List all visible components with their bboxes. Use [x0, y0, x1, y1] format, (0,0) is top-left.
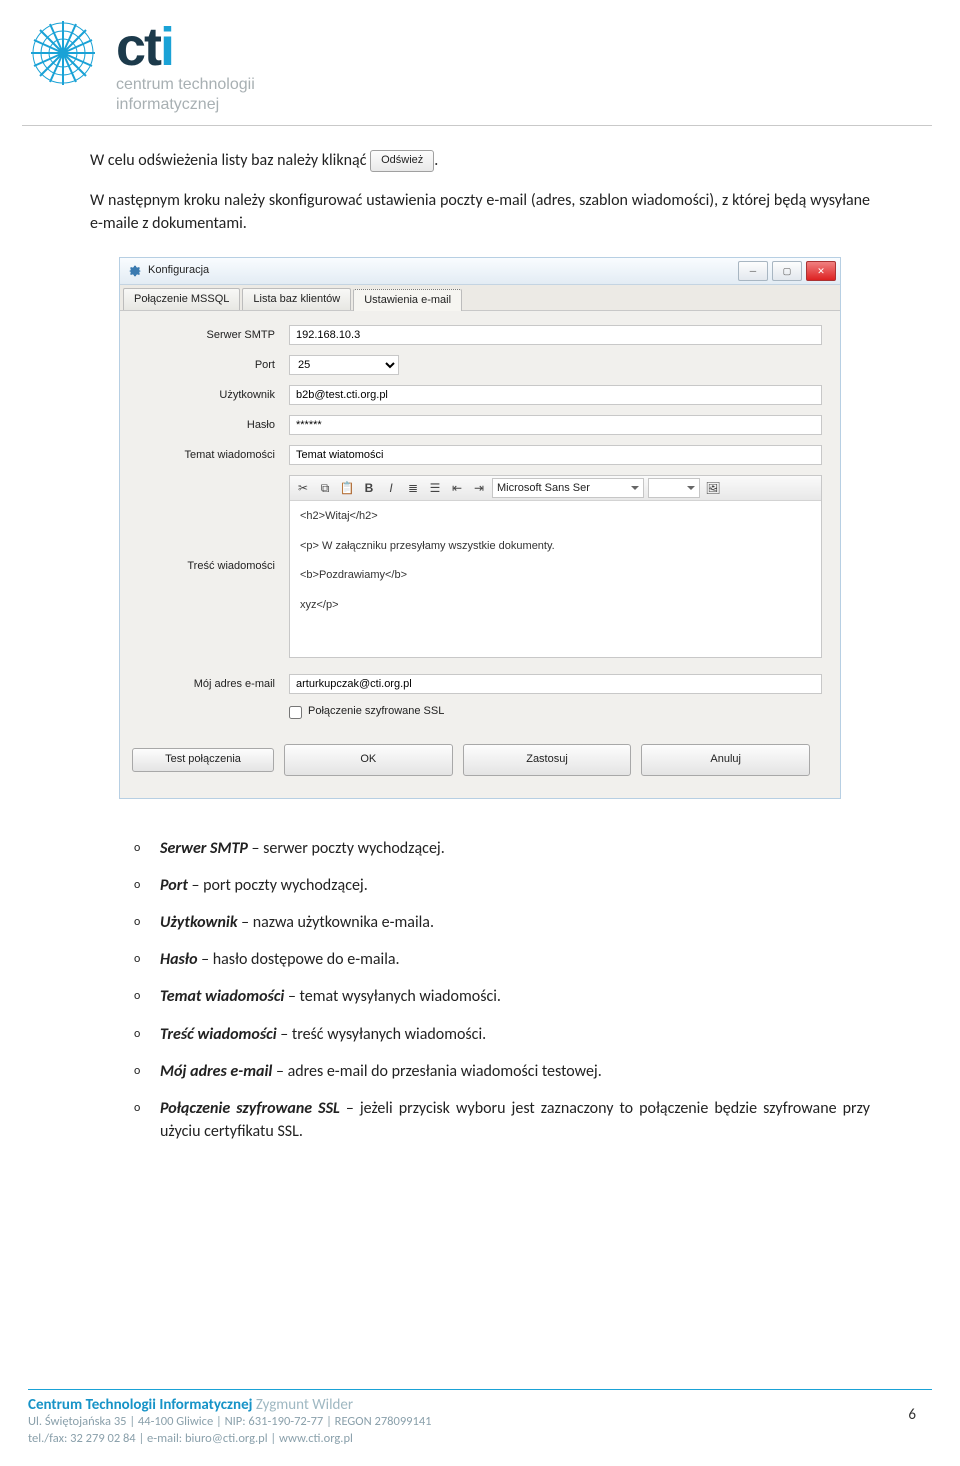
port-select[interactable]: 25 [289, 355, 399, 375]
ul-icon[interactable]: ☰ [426, 479, 444, 497]
para1-prefix: W celu odświeżenia listy baz należy klik… [90, 151, 370, 170]
label-port: Port [120, 358, 289, 373]
footer-divider [28, 1389, 932, 1390]
font-select[interactable]: Microsoft Sans Ser [492, 478, 644, 498]
body-line-4: xyz</p> [300, 598, 811, 613]
close-button[interactable]: ✕ [806, 261, 836, 281]
para1-suffix: . [434, 151, 438, 170]
desc-body: Treść wiadomości – treść wysyłanych wiad… [160, 1023, 870, 1046]
editor-body[interactable]: <h2>Witaj</h2> <p> W załączniku przesyła… [290, 501, 821, 657]
desc-myemail: Mój adres e-mail – adres e-mail do przes… [160, 1060, 870, 1083]
label-myemail: Mój adres e-mail [120, 677, 289, 692]
logo-subtitle-1: centrum technologii [116, 76, 255, 94]
ok-button[interactable]: OK [284, 744, 453, 776]
desc-ssl: Połączenie szyfrowane SSL – jeżeli przyc… [160, 1097, 870, 1143]
button-row: Test połączenia OK Zastosuj Anuluj [120, 730, 822, 782]
myemail-input[interactable] [289, 674, 822, 694]
rich-text-editor: ✂ ⧉ 📋 B I ≣ ☰ ⇤ ⇥ Microsoft Sans Ser [289, 475, 822, 658]
label-subject: Temat wiadomości [120, 448, 289, 463]
subject-input[interactable] [289, 445, 822, 465]
paragraph-2: W następnym kroku należy skonfigurować u… [90, 190, 870, 235]
logo-text: cti centrum technologii informatycznej [116, 20, 255, 115]
ssl-checkbox[interactable] [289, 706, 302, 719]
desc-port: Port – port poczty wychodzącej. [160, 874, 870, 897]
smtp-input[interactable] [289, 325, 822, 345]
image-icon[interactable]: 🖼 [704, 479, 722, 497]
label-pass: Hasło [120, 418, 289, 433]
description-list: oSerwer SMTP – serwer poczty wychodzącej… [134, 837, 870, 1144]
desc-subject: Temat wiadomości – temat wysyłanych wiad… [160, 985, 870, 1008]
paste-icon[interactable]: 📋 [338, 479, 356, 497]
user-input[interactable] [289, 385, 822, 405]
apply-button[interactable]: Zastosuj [463, 744, 632, 776]
test-connection-button[interactable]: Test połączenia [132, 748, 274, 772]
desc-user: Użytkownik – nazwa użytkownika e-maila. [160, 911, 870, 934]
italic-icon[interactable]: I [382, 479, 400, 497]
ol-icon[interactable]: ≣ [404, 479, 422, 497]
refresh-button-inline: Odśwież [370, 150, 434, 171]
minimize-button[interactable]: ─ [738, 261, 768, 281]
gear-icon [128, 264, 142, 278]
footer-company: Centrum Technologii Informatycznej Zygmu… [28, 1396, 932, 1414]
tab-clients[interactable]: Lista baz klientów [242, 288, 351, 310]
window-titlebar: Konfiguracja ─ ▢ ✕ [120, 258, 840, 285]
body-line-1: <h2>Witaj</h2> [300, 509, 811, 524]
tab-mssql[interactable]: Połączenie MSSQL [123, 288, 240, 310]
desc-smtp: Serwer SMTP – serwer poczty wychodzącej. [160, 837, 870, 860]
cancel-button[interactable]: Anuluj [641, 744, 810, 776]
copy-icon[interactable]: ⧉ [316, 479, 334, 497]
footer-contact: tel./fax: 32 279 02 84 | e-mail: biuro@c… [28, 1431, 932, 1448]
label-user: Użytkownik [120, 388, 289, 403]
body-line-3: <b>Pozdrawiamy</b> [300, 568, 811, 583]
logo-wordmark: cti [116, 20, 255, 74]
outdent-icon[interactable]: ⇤ [448, 479, 466, 497]
label-body: Treść wiadomości [120, 559, 289, 574]
desc-pass: Hasło – hasło dostępowe do e-maila. [160, 948, 870, 971]
footer-address: Ul. Świętojańska 35 | 44-100 Gliwice | N… [28, 1414, 932, 1431]
header-logo: cti centrum technologii informatycznej [0, 0, 960, 121]
form-area: Serwer SMTP Port 25 Użytkownik Hasło Tem… [120, 311, 840, 797]
page-number: 6 [908, 1406, 916, 1424]
maximize-button[interactable]: ▢ [772, 261, 802, 281]
tab-bar: Połączenie MSSQL Lista baz klientów Usta… [120, 285, 840, 311]
editor-toolbar: ✂ ⧉ 📋 B I ≣ ☰ ⇤ ⇥ Microsoft Sans Ser [290, 476, 821, 501]
ssl-label: Połączenie szyfrowane SSL [308, 704, 444, 719]
font-size-select[interactable] [648, 478, 700, 498]
bold-icon[interactable]: B [360, 479, 378, 497]
label-smtp: Serwer SMTP [120, 328, 289, 343]
tab-email[interactable]: Ustawienia e-mail [353, 289, 462, 311]
indent-icon[interactable]: ⇥ [470, 479, 488, 497]
pass-input[interactable] [289, 415, 822, 435]
logo-subtitle-2: informatycznej [116, 96, 255, 114]
cut-icon[interactable]: ✂ [294, 479, 312, 497]
page-footer: Centrum Technologii Informatycznej Zygmu… [0, 1389, 960, 1448]
window-title: Konfiguracja [148, 263, 738, 278]
logo-mark-icon [28, 18, 98, 88]
body-line-2: <p> W załączniku przesyłamy wszystkie do… [300, 539, 811, 554]
config-window: Konfiguracja ─ ▢ ✕ Połączenie MSSQL List… [119, 257, 841, 799]
paragraph-1: W celu odświeżenia listy baz należy klik… [90, 150, 870, 172]
